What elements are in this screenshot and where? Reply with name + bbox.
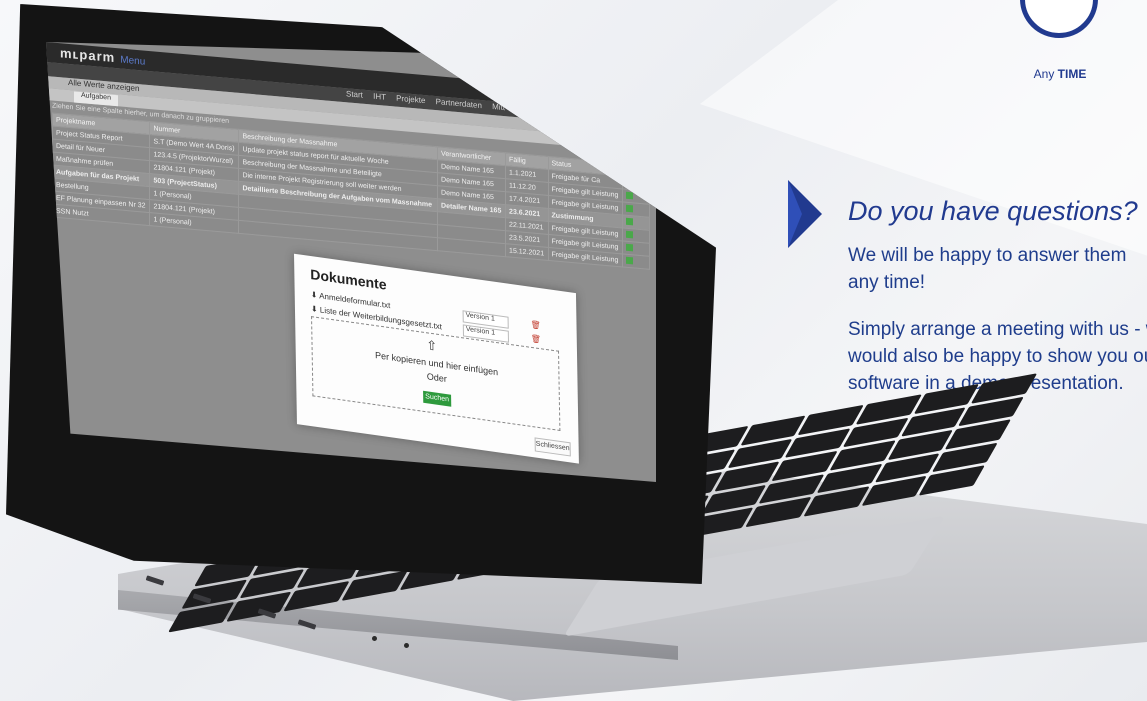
status-led [372, 636, 377, 641]
checkbox-icon[interactable] [626, 230, 634, 238]
checkbox-icon[interactable] [626, 217, 634, 225]
app-window: mʟparm Menu Start IHT Projekte Partnerdat… [46, 42, 656, 482]
cta-paragraph-2-line-1: Simply arrange a meeting with us - we [848, 319, 1147, 340]
dialog-title: Dokumente [310, 265, 387, 293]
browse-button[interactable]: Suchen [423, 390, 452, 407]
task-table: Projektname Nummer Beschreibung der Massna… [52, 113, 650, 270]
close-button[interactable]: Schliessen [534, 437, 571, 457]
clock-icon [1020, 0, 1098, 38]
badge-caption-prefix: Any [1033, 67, 1058, 81]
cta-paragraph-1-line-1: We will be happy to answer them [848, 245, 1127, 266]
laptop-lid: mʟparm Menu Start IHT Projekte Partnerdat… [6, 4, 716, 584]
arrow-shade [788, 180, 802, 248]
marketing-banner: Any TIME Do you have questions? We will … [0, 0, 1147, 701]
checkbox-icon[interactable] [626, 256, 634, 264]
table-cell [622, 253, 650, 270]
laptop-screen: mʟparm Menu Start IHT Projekte Partnerdat… [46, 42, 656, 482]
badge-caption-bold: TIME [1057, 67, 1087, 81]
cta-paragraph-2-line-2: would also be happy to show you our [848, 346, 1147, 367]
cta-headline: Do you have questions? [848, 196, 1138, 226]
checkbox-icon[interactable] [626, 243, 634, 251]
delete-icon[interactable]: 🗑 [531, 334, 541, 344]
any-time-badge: Any TIME [1005, 0, 1115, 100]
status-led [404, 643, 409, 648]
checkbox-icon[interactable] [626, 178, 634, 186]
checkbox-icon[interactable] [626, 191, 634, 199]
delete-icon[interactable]: 🗑 [531, 320, 541, 330]
checkbox-icon[interactable] [626, 204, 634, 212]
file-drop-zone[interactable]: ⇧ Per kopieren und hier einfügen Oder Su… [311, 316, 561, 432]
cta-paragraph-1-line-2: any time! [848, 272, 926, 293]
table-cell: 15.12.2021 [505, 243, 549, 261]
upload-icon: ⇧ [426, 337, 438, 354]
documents-dialog: Dokumente ⬇ Anmeldeformular.txt Version … [294, 253, 579, 464]
app-status-bar [46, 467, 656, 482]
column-header[interactable]: Aktion [622, 162, 650, 179]
